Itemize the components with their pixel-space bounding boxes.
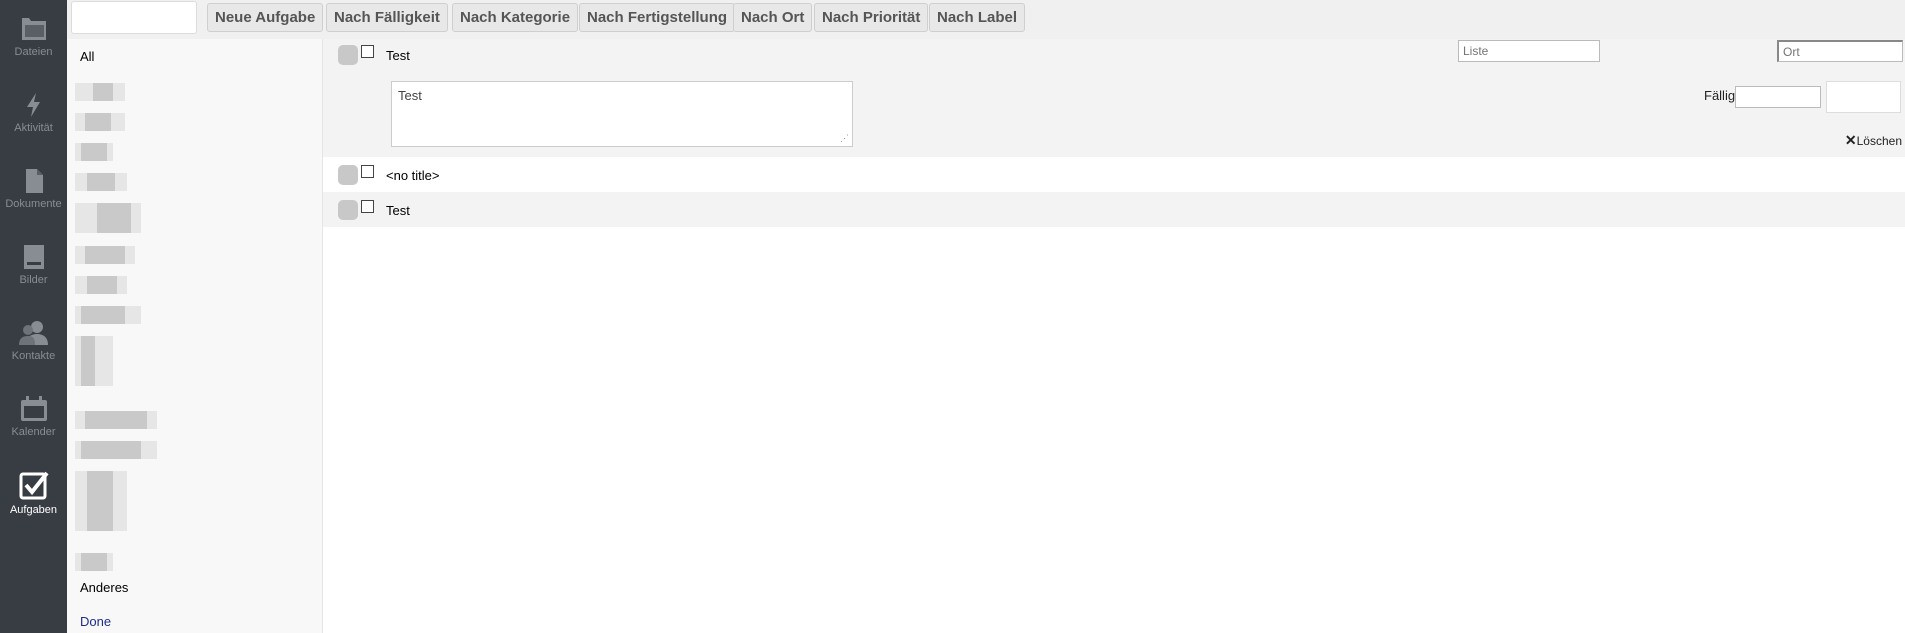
category-item-redacted[interactable]	[75, 173, 127, 191]
task-checkbox[interactable]	[361, 200, 374, 213]
document-icon	[25, 169, 43, 193]
image-icon	[23, 245, 44, 269]
nav-item-kontakte[interactable]: Kontakte	[0, 304, 67, 380]
delete-label: Löschen	[1856, 134, 1902, 148]
nav-label: Dateien	[14, 46, 53, 58]
app-navigation: Dateien Aktivität Dokumente Bilder Konta…	[0, 0, 67, 633]
sort-by-label-button[interactable]: Nach Label	[929, 3, 1026, 32]
toolbar: Neue Aufgabe Nach Fälligkeit Nach Katego…	[67, 0, 1905, 40]
nav-label: Kontakte	[11, 350, 56, 362]
delete-button[interactable]: ✕Löschen	[1845, 132, 1902, 149]
sort-by-location-button[interactable]: Nach Ort	[733, 3, 813, 32]
sort-by-due-button[interactable]: Nach Fälligkeit	[326, 3, 448, 32]
category-item-redacted[interactable]	[75, 553, 113, 571]
priority-marker[interactable]	[338, 200, 358, 220]
due-time-field[interactable]	[1826, 81, 1901, 113]
priority-marker[interactable]	[338, 165, 358, 185]
category-sidebar: All Anderes Done	[67, 39, 323, 633]
task-title[interactable]: <no title>	[386, 168, 440, 183]
category-all[interactable]: All	[80, 49, 94, 64]
notes-text: Test	[398, 88, 422, 103]
sort-by-category-button[interactable]: Nach Kategorie	[452, 3, 579, 32]
priority-marker[interactable]	[338, 45, 358, 65]
search-input[interactable]	[71, 1, 197, 34]
location-field[interactable]	[1777, 40, 1903, 62]
category-item-redacted[interactable]	[75, 203, 141, 233]
category-item-redacted[interactable]	[75, 246, 135, 264]
task-list: Test Test ⋰ Fällig ✕Löschen <no title> T…	[323, 39, 1905, 633]
task-notes[interactable]: Test ⋰	[391, 81, 853, 147]
task-checkbox[interactable]	[361, 165, 374, 178]
task-row[interactable]: Test	[323, 192, 1905, 227]
task-row[interactable]: <no title>	[323, 157, 1905, 192]
lightning-icon	[26, 93, 40, 117]
category-item-redacted[interactable]	[75, 471, 127, 531]
task-checkbox[interactable]	[361, 45, 374, 58]
nav-item-aktivitaet[interactable]: Aktivität	[0, 76, 67, 152]
resize-grip-icon[interactable]: ⋰	[840, 134, 849, 143]
category-item-redacted[interactable]	[75, 143, 113, 161]
task-title[interactable]: Test	[386, 48, 410, 63]
checkbox-icon	[19, 471, 49, 500]
category-item-redacted[interactable]	[75, 336, 113, 386]
new-task-button[interactable]: Neue Aufgabe	[207, 3, 324, 32]
category-other[interactable]: Anderes	[80, 580, 128, 595]
nav-label: Kalender	[11, 426, 56, 438]
nav-item-dokumente[interactable]: Dokumente	[0, 152, 67, 228]
list-field[interactable]	[1458, 40, 1600, 62]
sort-by-priority-button[interactable]: Nach Priorität	[814, 3, 929, 32]
task-title[interactable]: Test	[386, 203, 410, 218]
contacts-icon	[18, 321, 48, 345]
task-row-expanded: Test Test ⋰ Fällig ✕Löschen	[323, 39, 1905, 157]
category-item-redacted[interactable]	[75, 411, 157, 429]
nav-label: Aufgaben	[9, 504, 58, 516]
nav-label: Dokumente	[5, 198, 62, 210]
sort-by-completion-button[interactable]: Nach Fertigstellung	[579, 3, 736, 32]
nav-label: Aktivität	[14, 122, 53, 134]
due-label: Fällig	[1704, 88, 1736, 103]
category-item-redacted[interactable]	[75, 113, 125, 131]
calendar-icon	[20, 396, 47, 421]
category-item-redacted[interactable]	[75, 306, 141, 324]
nav-item-aufgaben[interactable]: Aufgaben	[0, 456, 67, 532]
folder-icon	[21, 18, 46, 40]
category-item-redacted[interactable]	[75, 276, 127, 294]
category-item-redacted[interactable]	[75, 441, 157, 459]
category-done[interactable]: Done	[80, 614, 111, 629]
category-item-redacted[interactable]	[75, 83, 125, 101]
nav-label: Bilder	[19, 274, 48, 286]
nav-item-dateien[interactable]: Dateien	[0, 0, 67, 76]
nav-item-kalender[interactable]: Kalender	[0, 380, 67, 456]
close-icon: ✕	[1844, 132, 1857, 148]
due-date-field[interactable]	[1735, 86, 1821, 108]
nav-item-bilder[interactable]: Bilder	[0, 228, 67, 304]
